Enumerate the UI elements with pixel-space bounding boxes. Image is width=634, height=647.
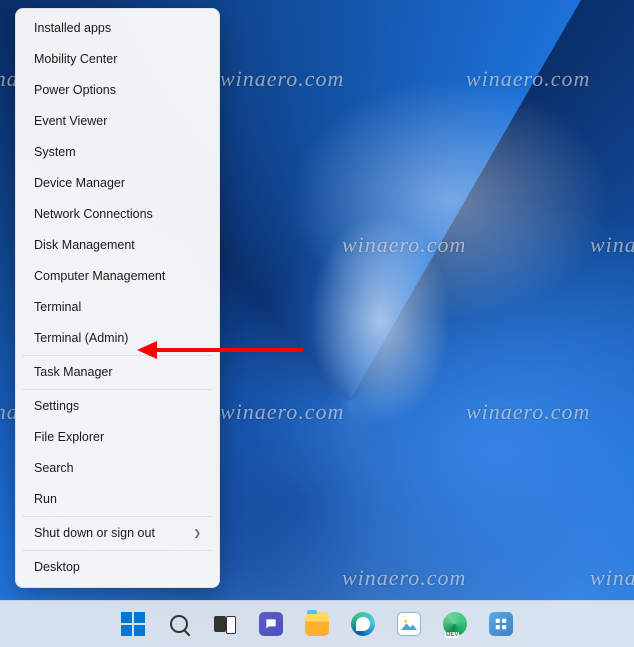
menu-item-terminal-admin[interactable]: Terminal (Admin) (20, 323, 215, 354)
menu-item-label: Terminal (34, 300, 81, 315)
menu-separator (22, 389, 213, 390)
menu-item-task-manager[interactable]: Task Manager (20, 357, 215, 388)
menu-item-system[interactable]: System (20, 137, 215, 168)
menu-item-desktop[interactable]: Desktop (20, 552, 215, 583)
edge-icon (351, 612, 375, 636)
menu-item-label: Terminal (Admin) (34, 331, 128, 346)
menu-item-installed-apps[interactable]: Installed apps (20, 13, 215, 44)
taskbar (0, 600, 634, 647)
settings-app-icon (489, 612, 513, 636)
menu-item-disk-management[interactable]: Disk Management (20, 230, 215, 261)
search-icon (170, 615, 188, 633)
taskbar-chat[interactable] (251, 604, 291, 644)
menu-item-file-explorer[interactable]: File Explorer (20, 422, 215, 453)
menu-item-label: Run (34, 492, 57, 507)
menu-item-network-connections[interactable]: Network Connections (20, 199, 215, 230)
menu-item-label: Shut down or sign out (34, 526, 155, 541)
menu-item-device-manager[interactable]: Device Manager (20, 168, 215, 199)
menu-item-label: Mobility Center (34, 52, 117, 67)
menu-item-label: Task Manager (34, 365, 113, 380)
menu-item-run[interactable]: Run (20, 484, 215, 515)
menu-item-label: Search (34, 461, 74, 476)
menu-item-label: Disk Management (34, 238, 135, 253)
windows-logo-icon (121, 612, 145, 636)
menu-item-shut-down-or-sign-out[interactable]: Shut down or sign out ❯ (20, 518, 215, 549)
menu-item-label: File Explorer (34, 430, 104, 445)
winx-context-menu: Installed apps Mobility Center Power Opt… (15, 8, 220, 588)
menu-item-computer-management[interactable]: Computer Management (20, 261, 215, 292)
menu-item-event-viewer[interactable]: Event Viewer (20, 106, 215, 137)
taskbar-edge[interactable] (343, 604, 383, 644)
menu-item-label: Desktop (34, 560, 80, 575)
menu-item-label: Computer Management (34, 269, 165, 284)
taskbar-search[interactable] (159, 604, 199, 644)
menu-item-mobility-center[interactable]: Mobility Center (20, 44, 215, 75)
taskbar-settings-app[interactable] (481, 604, 521, 644)
start-button[interactable] (113, 604, 153, 644)
taskbar-edge-dev[interactable] (435, 604, 475, 644)
menu-item-terminal[interactable]: Terminal (20, 292, 215, 323)
menu-item-label: System (34, 145, 76, 160)
folder-icon (305, 612, 329, 636)
taskbar-photos[interactable] (389, 604, 429, 644)
menu-separator (22, 516, 213, 517)
chat-icon (259, 612, 283, 636)
chevron-right-icon: ❯ (193, 528, 201, 539)
menu-item-label: Network Connections (34, 207, 153, 222)
menu-item-power-options[interactable]: Power Options (20, 75, 215, 106)
menu-item-label: Power Options (34, 83, 116, 98)
menu-separator (22, 355, 213, 356)
taskbar-task-view[interactable] (205, 604, 245, 644)
menu-item-label: Event Viewer (34, 114, 107, 129)
taskbar-file-explorer[interactable] (297, 604, 337, 644)
menu-separator (22, 550, 213, 551)
menu-item-settings[interactable]: Settings (20, 391, 215, 422)
menu-item-label: Settings (34, 399, 79, 414)
menu-item-label: Device Manager (34, 176, 125, 191)
menu-item-search[interactable]: Search (20, 453, 215, 484)
task-view-icon (214, 616, 236, 632)
edge-dev-icon (443, 612, 467, 636)
photos-icon (397, 612, 421, 636)
menu-item-label: Installed apps (34, 21, 111, 36)
